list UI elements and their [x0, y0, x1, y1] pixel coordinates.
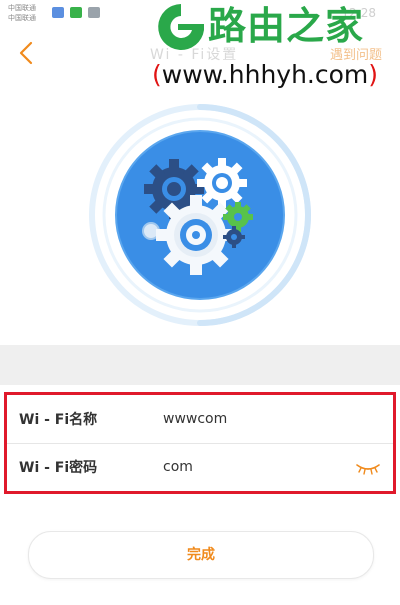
notification-icon [70, 7, 82, 18]
watermark-url-paren: ) [368, 60, 379, 89]
back-button[interactable] [12, 38, 42, 68]
gears-icon [89, 104, 312, 326]
wifi-name-row: Wi - Fi名称 [7, 395, 393, 444]
carrier-label: 中国联通 [8, 4, 36, 12]
wifi-name-label: Wi - Fi名称 [19, 412, 98, 428]
watermark-site-name: 路由之家 [208, 4, 365, 48]
watermark-url-text: www.hhhyh.com [161, 60, 369, 89]
wifi-settings-form: Wi - Fi名称 Wi - Fi密码 [4, 392, 396, 494]
gears-illustration [78, 95, 322, 335]
eye-closed-icon[interactable] [355, 461, 381, 475]
carrier-label: 中国联通 [8, 14, 36, 22]
watermark-url-paren: ( [152, 60, 162, 89]
notification-icon [88, 7, 100, 18]
watermark-url: (www.hhhyh.com) [152, 60, 378, 90]
wifi-password-input[interactable] [163, 451, 353, 483]
section-divider [0, 345, 400, 385]
wifi-password-row: Wi - Fi密码 [7, 443, 393, 491]
chevron-left-icon [19, 41, 33, 65]
wifi-name-input[interactable] [163, 403, 353, 435]
done-button[interactable]: 完成 [28, 531, 374, 579]
site-logo-icon [158, 4, 204, 50]
notification-icon [52, 7, 64, 18]
wifi-password-label: Wi - Fi密码 [19, 460, 98, 476]
